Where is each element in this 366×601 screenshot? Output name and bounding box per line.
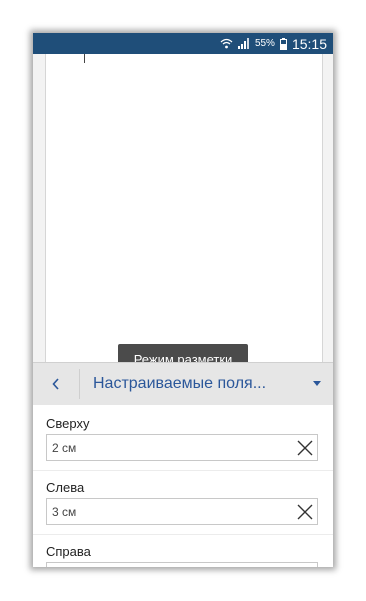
panel-title[interactable]: Настраиваемые поля...: [93, 375, 266, 393]
status-icons: 55% 15:15: [220, 35, 327, 52]
battery-icon: [279, 37, 287, 50]
field-divider: [33, 534, 333, 535]
document-area: Режим разметки: [33, 54, 333, 375]
left-margin-value: 3 см: [52, 505, 77, 519]
battery-percent: 55%: [254, 38, 275, 49]
phone-screen: 55% 15:15 Режим разметки Настраиваемые п…: [33, 33, 333, 567]
top-margin-label: Сверху: [46, 416, 90, 431]
clock: 15:15: [291, 35, 327, 52]
back-button[interactable]: [33, 363, 79, 405]
right-margin-label: Справа: [46, 544, 91, 559]
clear-icon[interactable]: [296, 503, 314, 521]
caret-down-icon[interactable]: [313, 381, 321, 386]
chevron-left-icon: [52, 378, 59, 390]
signal-icon: [237, 38, 249, 49]
clear-icon[interactable]: [296, 439, 314, 457]
left-margin-input[interactable]: 3 см: [46, 498, 318, 525]
text-cursor: [84, 54, 85, 63]
field-divider: [33, 470, 333, 471]
top-margin-input[interactable]: 2 см: [46, 434, 318, 461]
top-margin-value: 2 см: [52, 441, 77, 455]
header-divider: [79, 369, 80, 399]
document-page[interactable]: [45, 54, 323, 362]
wifi-icon: [220, 38, 233, 49]
status-bar: 55% 15:15: [33, 33, 333, 54]
left-margin-label: Слева: [46, 480, 85, 495]
right-margin-input[interactable]: [46, 562, 318, 567]
margins-panel-header: Настраиваемые поля...: [33, 362, 333, 405]
